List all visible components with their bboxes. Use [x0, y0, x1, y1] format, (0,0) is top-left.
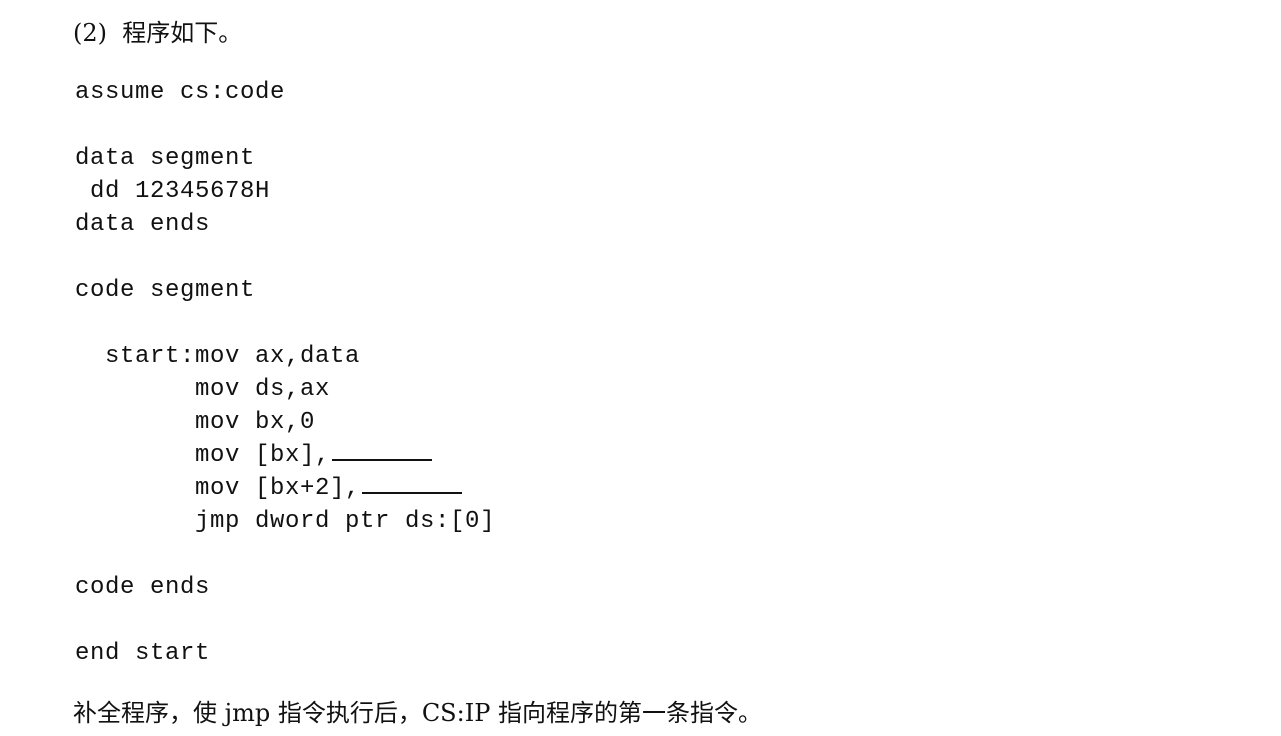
question-heading: (2) 程序如下。: [73, 16, 242, 50]
code-line: mov ds,ax: [75, 376, 331, 403]
fill-in-blank[interactable]: [332, 439, 433, 461]
code-line: start:mov ax,data: [75, 343, 361, 370]
code-line: assume cs:code: [75, 79, 286, 106]
question-number: (2): [73, 19, 107, 47]
code-line: mov bx,0: [75, 409, 316, 436]
code-line: dd 12345678H: [75, 178, 271, 205]
code-line: code ends: [75, 574, 211, 601]
code-line: jmp dword ptr ds:[0]: [75, 508, 496, 535]
instruction-text: 补全程序，使 jmp 指令执行后，CS:IP 指向程序的第一条指令。: [73, 699, 762, 727]
code-line: mov [bx+2],: [75, 472, 495, 505]
fill-in-blank[interactable]: [362, 472, 463, 494]
code-line: code segment: [75, 277, 256, 304]
heading-text: 程序如下。: [122, 19, 243, 47]
code-line: data segment: [75, 145, 256, 172]
code-line: data ends: [75, 211, 211, 238]
code-block: assume cs:code data segment dd 12345678H…: [75, 76, 495, 670]
code-line: end start: [75, 640, 211, 667]
code-line: mov [bx],: [75, 439, 495, 472]
